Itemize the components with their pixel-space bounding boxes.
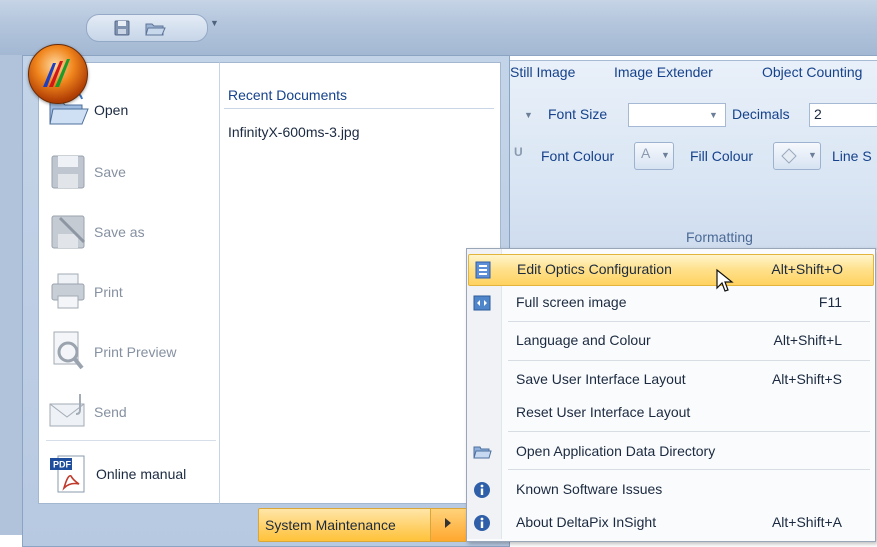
- mouse-cursor-icon: [716, 268, 734, 292]
- tab-still-image[interactable]: Still Image: [510, 64, 575, 86]
- submenu-item-label: Save User Interface Layout: [516, 371, 686, 387]
- open-folder-icon[interactable]: [143, 17, 166, 39]
- submenu-item-edit-optics[interactable]: Edit Optics Configuration Alt+Shift+O: [468, 254, 874, 286]
- save-as-icon: [51, 215, 86, 249]
- submenu-item-about[interactable]: About DeltaPix InSight Alt+Shift+A: [468, 508, 872, 538]
- menu-item-label: Print Preview: [94, 344, 177, 360]
- chevron-down-icon: ▼: [808, 150, 817, 160]
- menu-item-label: Online manual: [96, 466, 187, 482]
- chevron-down-icon[interactable]: ▼: [709, 110, 718, 120]
- shortcut-text: Alt+Shift+O: [771, 261, 843, 277]
- line-style-label: Line S: [832, 148, 872, 164]
- submenu-item-label: Reset User Interface Layout: [516, 404, 691, 420]
- submenu-item-label: Language and Colour: [516, 332, 651, 348]
- info-icon: [474, 482, 490, 498]
- menu-item-label: Save: [94, 164, 126, 180]
- fill-colour-button[interactable]: ▼: [773, 142, 821, 170]
- divider: [508, 469, 870, 470]
- ribbon-group-formatting: Formatting: [686, 229, 753, 245]
- print-preview-icon: [53, 331, 84, 370]
- menu-item-print[interactable]: Print: [40, 262, 216, 318]
- submenu-item-open-app-data[interactable]: Open Application Data Directory: [468, 437, 872, 467]
- printer-icon: [51, 273, 85, 309]
- menu-item-label: Save as: [94, 224, 145, 240]
- submenu-item-reset-ui-layout[interactable]: Reset User Interface Layout: [468, 398, 872, 428]
- shortcut-text: Alt+Shift+L: [773, 332, 843, 348]
- fullscreen-icon: [473, 295, 491, 311]
- decimals-value: 2: [814, 106, 822, 122]
- divider: [46, 440, 216, 441]
- submenu-item-known-issues[interactable]: Known Software Issues: [468, 475, 872, 505]
- shortcut-text: F11: [818, 294, 842, 310]
- menu-item-label: Print: [94, 284, 123, 300]
- submenu-item-label: Open Application Data Directory: [516, 443, 716, 459]
- submenu-item-label: Known Software Issues: [516, 481, 663, 497]
- optics-config-icon: [475, 261, 491, 279]
- submenu-item-language-colour[interactable]: Language and Colour Alt+Shift+L: [468, 326, 872, 356]
- recent-document-item[interactable]: InfinityX-600ms-3.jpg: [228, 124, 360, 140]
- submenu-item-label: About DeltaPix InSight: [516, 514, 657, 530]
- divider: [508, 360, 870, 361]
- shortcut-text: Alt+Shift+A: [771, 514, 842, 530]
- font-size-combo[interactable]: ▼: [628, 103, 726, 127]
- application-orb-button[interactable]: [28, 44, 88, 104]
- decimals-label: Decimals: [732, 106, 790, 122]
- menu-item-send[interactable]: Send: [40, 382, 216, 438]
- window-left-border: [0, 55, 22, 535]
- app-logo-icon: [43, 59, 70, 87]
- save-icon[interactable]: [111, 17, 133, 39]
- recent-documents-header: Recent Documents: [228, 87, 348, 103]
- system-maintenance-button[interactable]: System Maintenance: [258, 508, 470, 542]
- svg-text:PDF: PDF: [53, 460, 72, 470]
- tab-image-extender[interactable]: Image Extender: [614, 64, 713, 86]
- tab-object-counting[interactable]: Object Counting: [762, 64, 862, 86]
- decimals-input[interactable]: 2: [809, 103, 877, 127]
- font-colour-icon: A: [641, 145, 651, 161]
- quick-access-toolbar: [86, 14, 208, 42]
- divider: [224, 108, 494, 109]
- font-size-label: Font Size: [548, 106, 608, 122]
- divider: [508, 431, 870, 432]
- customize-dropdown-icon[interactable]: ▼: [210, 18, 222, 32]
- menu-item-print-preview[interactable]: Print Preview: [40, 322, 216, 378]
- chevron-right-icon: [445, 518, 451, 528]
- folder-icon: [473, 446, 492, 459]
- system-maintenance-label: System Maintenance: [265, 517, 396, 533]
- submenu-arrow-button[interactable]: [430, 509, 469, 541]
- submenu-item-save-ui-layout[interactable]: Save User Interface Layout Alt+Shift+S: [468, 365, 872, 395]
- pdf-icon: PDF: [50, 455, 85, 493]
- submenu-item-label: Full screen image: [516, 294, 627, 310]
- menu-item-save-as[interactable]: Save as: [40, 202, 216, 258]
- save-icon: [51, 155, 85, 189]
- menu-item-save[interactable]: Save: [40, 142, 216, 198]
- chevron-down-icon: ▼: [661, 150, 670, 160]
- font-colour-button[interactable]: A ▼: [634, 142, 674, 170]
- shortcut-text: Alt+Shift+S: [771, 371, 842, 387]
- info-icon: [474, 515, 490, 531]
- menu-item-label: Open: [94, 102, 129, 118]
- envelope-icon: [49, 394, 85, 427]
- font-colour-label: Font Colour: [541, 148, 615, 164]
- fill-colour-label: Fill Colour: [690, 148, 754, 164]
- menu-item-online-manual[interactable]: PDF Online manual: [40, 446, 216, 502]
- menu-item-label: Send: [94, 404, 127, 420]
- underline-icon[interactable]: U: [514, 145, 523, 159]
- submenu-item-full-screen[interactable]: Full screen image F11: [468, 288, 872, 318]
- submenu-item-label: Edit Optics Configuration: [517, 261, 672, 277]
- divider: [508, 321, 870, 322]
- paint-bucket-icon: [781, 148, 797, 164]
- chevron-down-icon[interactable]: ▼: [524, 110, 533, 120]
